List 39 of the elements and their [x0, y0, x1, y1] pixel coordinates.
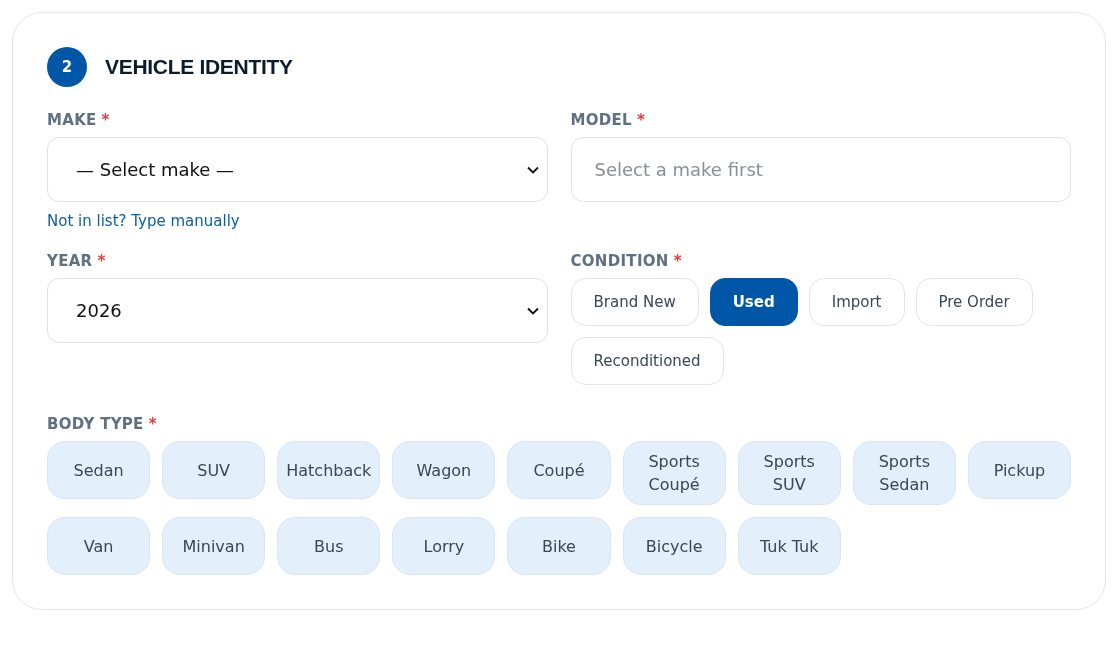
body-type-option[interactable]: Bus: [277, 517, 381, 575]
field-label: MODEL: [570, 111, 632, 129]
body-type-option[interactable]: Bicycle: [622, 517, 726, 575]
body-type-option[interactable]: Hatchback: [277, 441, 381, 499]
body-type-option[interactable]: Minivan: [162, 517, 266, 575]
field-label: YEAR: [47, 252, 93, 270]
type-manually-link[interactable]: Not in list? Type manually: [47, 212, 240, 230]
field-label: CONDITION: [570, 252, 669, 270]
chevron-down-icon: [526, 165, 539, 174]
body-type-option[interactable]: Pickup: [967, 441, 1071, 499]
required-mark: *: [673, 252, 682, 270]
field-label: MAKE: [47, 111, 97, 129]
model-input[interactable]: Select a make first: [570, 137, 1071, 202]
section-title: VEHICLE IDENTITY: [105, 55, 293, 79]
year-select[interactable]: 2026: [47, 278, 548, 343]
body-type-option[interactable]: Sports SUV: [737, 441, 841, 505]
body-type-option[interactable]: Sports Sedan: [852, 441, 956, 505]
make-select[interactable]: — Select make —: [47, 137, 548, 202]
body-type-option[interactable]: Bike: [507, 517, 611, 575]
required-mark: *: [101, 111, 110, 129]
required-mark: *: [636, 111, 646, 129]
condition-option[interactable]: Used: [709, 278, 798, 326]
required-mark: *: [148, 415, 157, 433]
body-type-option[interactable]: Lorry: [392, 517, 496, 575]
step-number: 2: [47, 47, 87, 87]
body-type-option[interactable]: SUV: [162, 441, 266, 499]
chevron-down-icon: [526, 306, 539, 315]
body-type-option[interactable]: Van: [47, 517, 151, 575]
body-type-option[interactable]: Tuk Tuk: [737, 517, 841, 575]
body-type-option[interactable]: Wagon: [392, 441, 496, 499]
body-type-option[interactable]: Sports Coupé: [622, 441, 726, 505]
condition-option[interactable]: Pre Order: [915, 278, 1033, 326]
condition-option[interactable]: Brand New: [570, 278, 699, 326]
condition-option[interactable]: Reconditioned: [570, 337, 724, 385]
field-label: BODY TYPE: [47, 415, 144, 433]
condition-option[interactable]: Import: [808, 278, 905, 326]
body-type-option[interactable]: Coupé: [507, 441, 611, 499]
body-type-option[interactable]: Sedan: [47, 441, 151, 499]
required-mark: *: [97, 252, 106, 270]
